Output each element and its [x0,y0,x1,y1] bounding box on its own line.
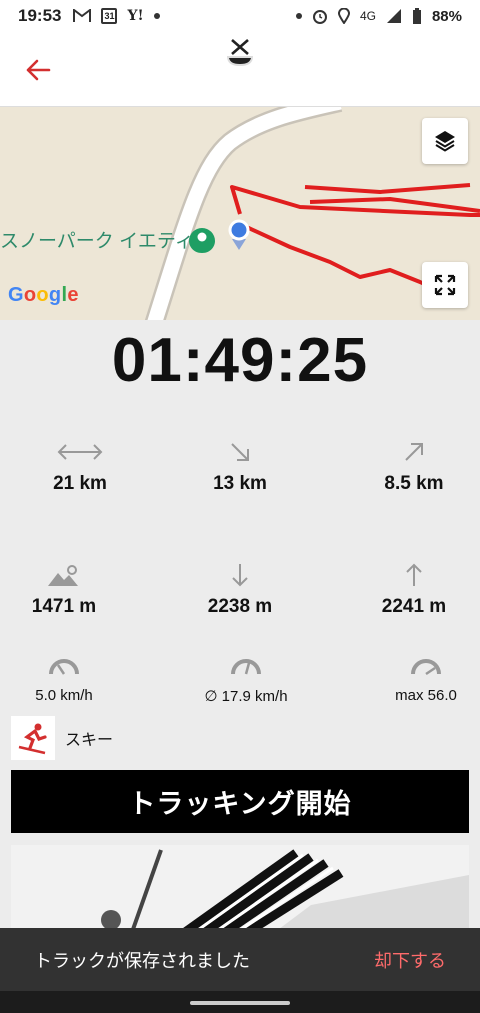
stat-descent-value: 2238 m [207,596,273,617]
start-tracking-button[interactable]: トラッキング開始 [11,770,469,833]
status-bar: 19:53 31 Y! 4G 88% [0,0,480,32]
arrow-down-right-icon [231,443,249,461]
stat-descent: 2238 m [160,560,320,618]
distance-arrows-icon [57,444,103,460]
app-bar [0,32,480,107]
speedometer-high-icon [411,659,441,676]
snackbar-message: トラックが保存されました [34,950,250,971]
stat-distance-value: 21 km [53,473,107,494]
battery-icon [412,7,421,24]
map-layers-button[interactable] [422,118,468,164]
signal-icon [386,9,401,23]
mountain-pin-icon [48,565,78,586]
stat-avg-speed: ∅ 17.9 km/h [166,651,326,705]
stat-ascent-distance-value: 8.5 km [384,473,444,494]
stat-ascent-value: 2241 m [381,596,447,617]
location-icon [337,8,350,24]
calendar-icon: 31 [101,8,118,24]
stat-ascent-distance: 8.5 km [334,437,480,495]
app-logo-icon [227,39,253,66]
stat-max-speed-value: max 56.0 [395,687,457,704]
stat-distance: 21 km [0,437,160,495]
stat-descent-distance-value: 13 km [213,473,267,494]
notification-dot-icon [153,13,160,19]
activity-selector[interactable]: スキー [11,716,113,760]
stat-min-speed-value: 5.0 km/h [35,687,93,704]
network-label: 4G [359,9,376,23]
gmail-icon [73,9,92,22]
status-time: 19:53 [18,6,62,25]
fullscreen-icon [434,274,456,296]
system-nav-bar [0,991,480,1013]
stat-avg-speed-value: ∅ 17.9 km/h [204,688,288,705]
banner-image [11,845,469,935]
battery-level: 88% [431,7,462,25]
snackbar-dismiss-button[interactable]: 却下する [374,947,446,973]
speedometer-low-icon [49,659,79,675]
elapsed-timer: 01:49:25 [111,326,369,395]
system-icons: 4G 88% [295,7,462,25]
ski-activity-icon [11,716,55,760]
stat-ascent: 2241 m [334,560,480,618]
stat-altitude: 1471 m [0,560,144,618]
map-place-label: スノーパーク イエティ [0,231,194,252]
dot-icon [295,13,302,19]
yahoo-icon: Y! [127,8,144,24]
notification-icons: 31 Y! [73,8,160,24]
speedometer-mid-icon [231,659,261,675]
stat-altitude-value: 1471 m [31,596,97,617]
arrow-up-right-icon [405,443,423,461]
google-attribution: Google [8,284,79,306]
map-view[interactable]: スノーパーク イエティ Google [0,107,480,320]
arrow-down-icon [232,564,248,587]
home-gesture-handle[interactable] [190,1001,290,1005]
arrow-up-icon [406,563,422,586]
current-location-icon [228,219,250,250]
activity-label: スキー [65,732,114,749]
stat-max-speed: max 56.0 [346,651,480,704]
map-fullscreen-button[interactable] [422,262,468,308]
stat-min-speed: 5.0 km/h [0,651,144,704]
arrow-left-icon [26,59,51,81]
snackbar: トラックが保存されました 却下する [0,928,480,991]
back-button[interactable] [20,52,56,88]
alarm-icon [312,10,327,24]
stat-descent-distance: 13 km [160,437,320,495]
promo-banner[interactable] [11,845,469,935]
layers-icon [435,131,455,152]
